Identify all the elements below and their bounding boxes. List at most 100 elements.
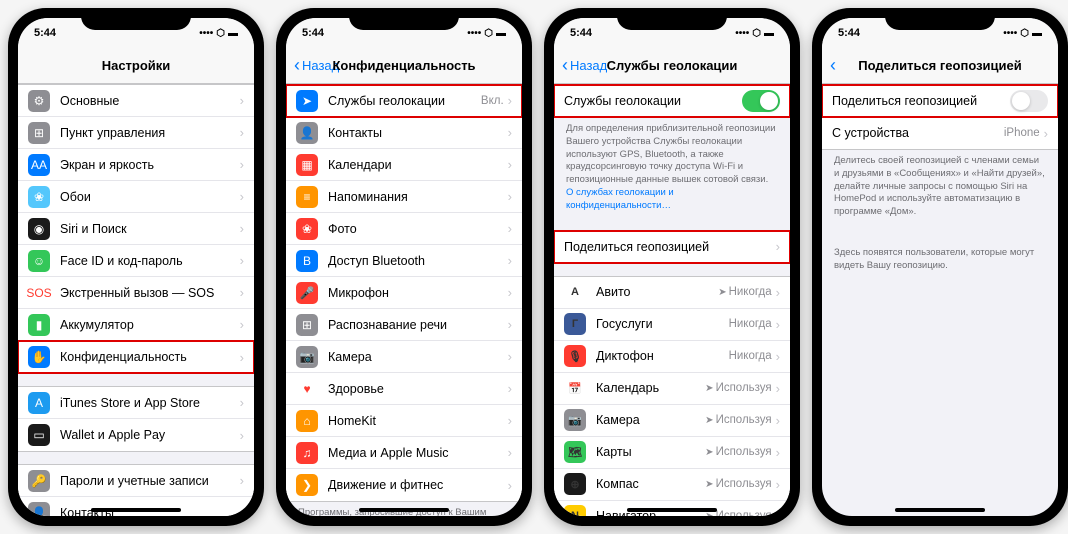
row-icon: AA	[28, 154, 50, 176]
chevron-right-icon: ›	[776, 381, 780, 396]
signal-icon: ••••	[467, 28, 481, 39]
row-icon: ◉	[28, 218, 50, 240]
chevron-right-icon: ›	[776, 285, 780, 300]
share-location-row[interactable]: Поделиться геопозицией ›	[554, 231, 790, 263]
nav-bar: ‹ Назад Конфиденциальность	[286, 48, 522, 84]
privacy-link[interactable]: О службах геолокации и конфиденциальност…	[566, 187, 674, 211]
row-icon: 📅	[564, 377, 586, 399]
from-device-row[interactable]: С устройства iPhone ›	[822, 117, 1058, 149]
share-toggle[interactable]	[1010, 90, 1048, 112]
battery-icon: ▬	[496, 28, 506, 39]
list-row[interactable]: 🗺Карты➤Используя›	[554, 437, 790, 469]
list-row[interactable]: 🔑Пароли и учетные записи›	[18, 465, 254, 497]
chevron-right-icon: ›	[776, 317, 780, 332]
chevron-right-icon: ›	[240, 189, 244, 204]
list-row[interactable]: ≡Напоминания›	[286, 181, 522, 213]
list-row[interactable]: ▭Wallet и Apple Pay›	[18, 419, 254, 451]
row-icon: 🔑	[28, 470, 50, 492]
row-icon: 🗺	[564, 441, 586, 463]
row-label: Камера	[596, 413, 705, 427]
location-arrow-icon: ➤	[705, 447, 713, 458]
list-row[interactable]: ◉Siri и Поиск›	[18, 213, 254, 245]
footer-text: Делитесь своей геопозицией с членами сем…	[822, 150, 1058, 224]
location-toggle[interactable]	[742, 90, 780, 112]
row-icon: ≡	[296, 186, 318, 208]
list-row[interactable]: ❯Движение и фитнес›	[286, 469, 522, 501]
nav-bar: Настройки	[18, 48, 254, 84]
nav-bar: ‹ Назад Службы геолокации	[554, 48, 790, 84]
chevron-right-icon: ›	[508, 221, 512, 236]
location-arrow-icon: ➤	[705, 415, 713, 426]
list-row[interactable]: 📷Камера➤Используя›	[554, 405, 790, 437]
list-row[interactable]: ☺Face ID и код-пароль›	[18, 245, 254, 277]
list-row[interactable]: 🎙ДиктофонНикогда›	[554, 341, 790, 373]
list-row[interactable]: ▮Аккумулятор›	[18, 309, 254, 341]
list-row[interactable]: ГГосуслугиНикогда›	[554, 309, 790, 341]
home-indicator[interactable]	[359, 508, 449, 512]
share-location-toggle-row[interactable]: Поделиться геопозицией	[822, 85, 1058, 117]
list-row[interactable]: 🎤Микрофон›	[286, 277, 522, 309]
row-icon: Г	[564, 313, 586, 335]
row-label: Siri и Поиск	[60, 222, 240, 236]
list-row[interactable]: ♫Медиа и Apple Music›	[286, 437, 522, 469]
chevron-right-icon: ›	[240, 157, 244, 172]
list-row[interactable]: BДоступ Bluetooth›	[286, 245, 522, 277]
list-row[interactable]: ✋Конфиденциальность›	[18, 341, 254, 373]
list-row[interactable]: 📷Камера›	[286, 341, 522, 373]
location-services-toggle-row[interactable]: Службы геолокации	[554, 85, 790, 117]
row-icon: 📷	[296, 346, 318, 368]
row-label: Face ID и код-пароль	[60, 254, 240, 268]
row-value: Вкл.	[481, 95, 504, 107]
back-button[interactable]: ‹ Назад	[562, 55, 607, 76]
row-label: Конфиденциальность	[60, 350, 240, 364]
row-value: Используя	[716, 414, 772, 426]
list-row[interactable]: 📅Календарь➤Используя›	[554, 373, 790, 405]
list-row[interactable]: ⊕Компас➤Используя›	[554, 469, 790, 501]
list-row[interactable]: AАвито➤Никогда›	[554, 277, 790, 309]
back-button[interactable]: ‹	[830, 55, 838, 76]
page-title: Поделиться геопозицией	[858, 58, 1022, 73]
list-row[interactable]: 👤Контакты›	[18, 497, 254, 516]
home-indicator[interactable]	[895, 508, 985, 512]
chevron-right-icon: ›	[508, 253, 512, 268]
footer-text: Здесь появятся пользователи, которые мог…	[822, 242, 1058, 278]
chevron-right-icon: ›	[240, 285, 244, 300]
row-label: Календари	[328, 158, 508, 172]
row-label: Контакты	[328, 126, 508, 140]
page-title: Конфиденциальность	[332, 58, 475, 73]
list-row[interactable]: ⚙Основные›	[18, 85, 254, 117]
row-icon: SOS	[28, 282, 50, 304]
row-label: Госуслуги	[596, 317, 729, 331]
chevron-right-icon: ›	[508, 413, 512, 428]
list-row[interactable]: ⊞Пункт управления›	[18, 117, 254, 149]
nav-bar: ‹ Поделиться геопозицией	[822, 48, 1058, 84]
list-row[interactable]: AiTunes Store и App Store›	[18, 387, 254, 419]
row-label: Микрофон	[328, 286, 508, 300]
list-row[interactable]: SOSЭкстренный вызов — SOS›	[18, 277, 254, 309]
list-row[interactable]: ➤Службы геолокацииВкл.›	[286, 85, 522, 117]
row-icon: ⌂	[296, 410, 318, 432]
home-indicator[interactable]	[627, 508, 717, 512]
list-row[interactable]: AAЭкран и яркость›	[18, 149, 254, 181]
row-label: Wallet и Apple Pay	[60, 428, 240, 442]
row-value: Используя	[716, 478, 772, 490]
list-row[interactable]: 👤Контакты›	[286, 117, 522, 149]
list-row[interactable]: ❀Фото›	[286, 213, 522, 245]
home-indicator[interactable]	[91, 508, 181, 512]
chevron-right-icon: ›	[508, 125, 512, 140]
row-label: iTunes Store и App Store	[60, 396, 240, 410]
chevron-right-icon: ›	[776, 509, 780, 516]
list-row[interactable]: ⌂HomeKit›	[286, 405, 522, 437]
row-icon: A	[564, 281, 586, 303]
status-time: 5:44	[570, 27, 592, 39]
wifi-icon: ⬡	[216, 28, 225, 39]
row-icon: ⊕	[564, 473, 586, 495]
row-icon: ➤	[296, 90, 318, 112]
wifi-icon: ⬡	[1020, 28, 1029, 39]
chevron-right-icon: ›	[240, 473, 244, 488]
list-row[interactable]: ⊞Распознавание речи›	[286, 309, 522, 341]
list-row[interactable]: ❀Обои›	[18, 181, 254, 213]
list-row[interactable]: ♥Здоровье›	[286, 373, 522, 405]
row-value: Используя	[716, 510, 772, 516]
list-row[interactable]: ▦Календари›	[286, 149, 522, 181]
